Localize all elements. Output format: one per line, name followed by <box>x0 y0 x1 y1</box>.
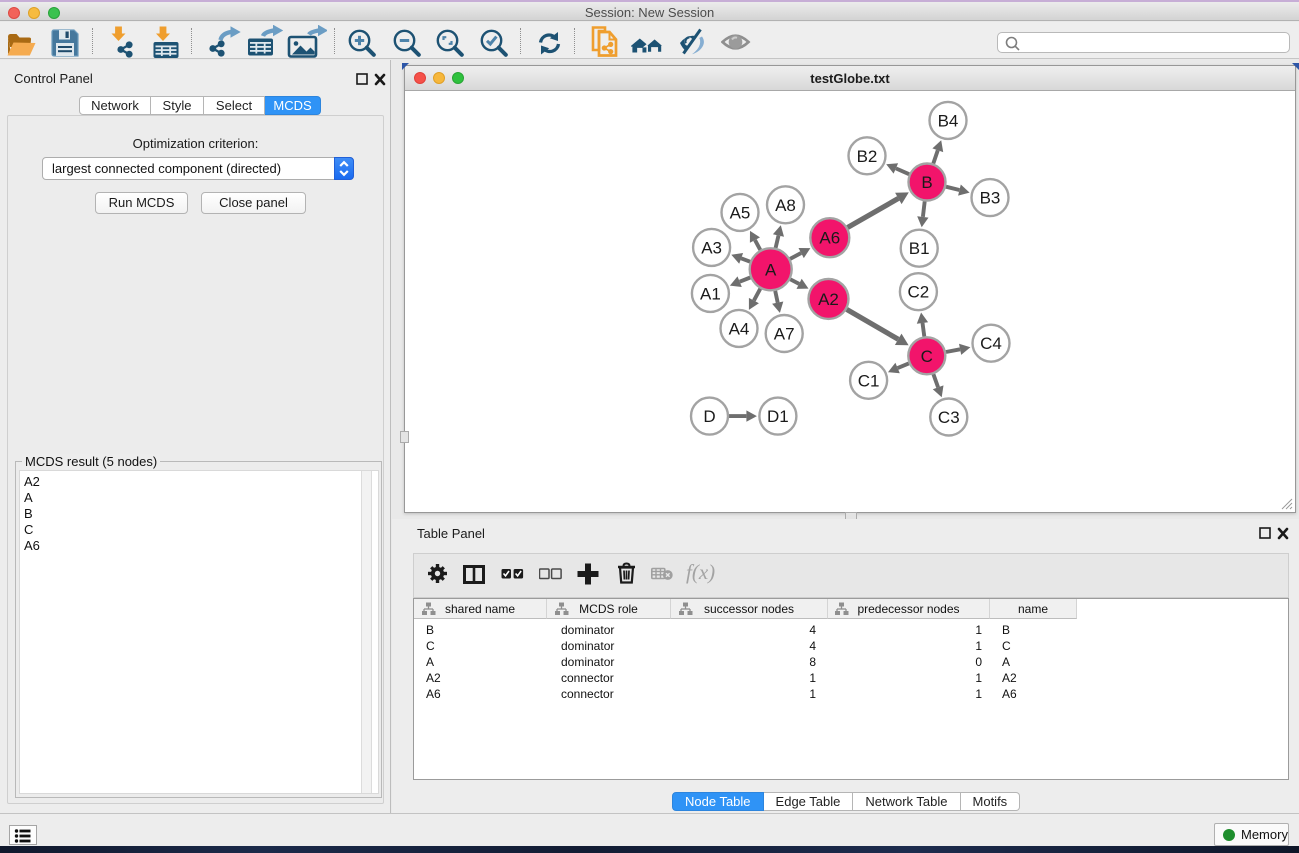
svg-text:A2: A2 <box>818 290 839 309</box>
svg-text:D1: D1 <box>767 407 789 426</box>
svg-text:A7: A7 <box>774 325 795 344</box>
svg-text:B: B <box>921 173 932 192</box>
svg-text:A3: A3 <box>701 238 722 257</box>
svg-text:C: C <box>921 347 933 366</box>
svg-text:A6: A6 <box>819 229 840 248</box>
svg-text:C2: C2 <box>908 283 930 302</box>
svg-text:B4: B4 <box>938 111 959 130</box>
svg-text:C4: C4 <box>980 334 1002 353</box>
svg-text:A: A <box>765 260 777 279</box>
svg-text:B2: B2 <box>857 147 878 166</box>
svg-text:A8: A8 <box>775 196 796 215</box>
svg-text:C3: C3 <box>938 408 960 427</box>
svg-text:A4: A4 <box>729 319 750 338</box>
svg-text:C1: C1 <box>858 371 880 390</box>
svg-text:D: D <box>703 407 715 426</box>
svg-text:B3: B3 <box>980 189 1001 208</box>
svg-text:f(x): f(x) <box>686 562 715 584</box>
svg-text:A1: A1 <box>700 284 721 303</box>
svg-text:B1: B1 <box>909 239 930 258</box>
svg-text:A5: A5 <box>730 203 751 222</box>
